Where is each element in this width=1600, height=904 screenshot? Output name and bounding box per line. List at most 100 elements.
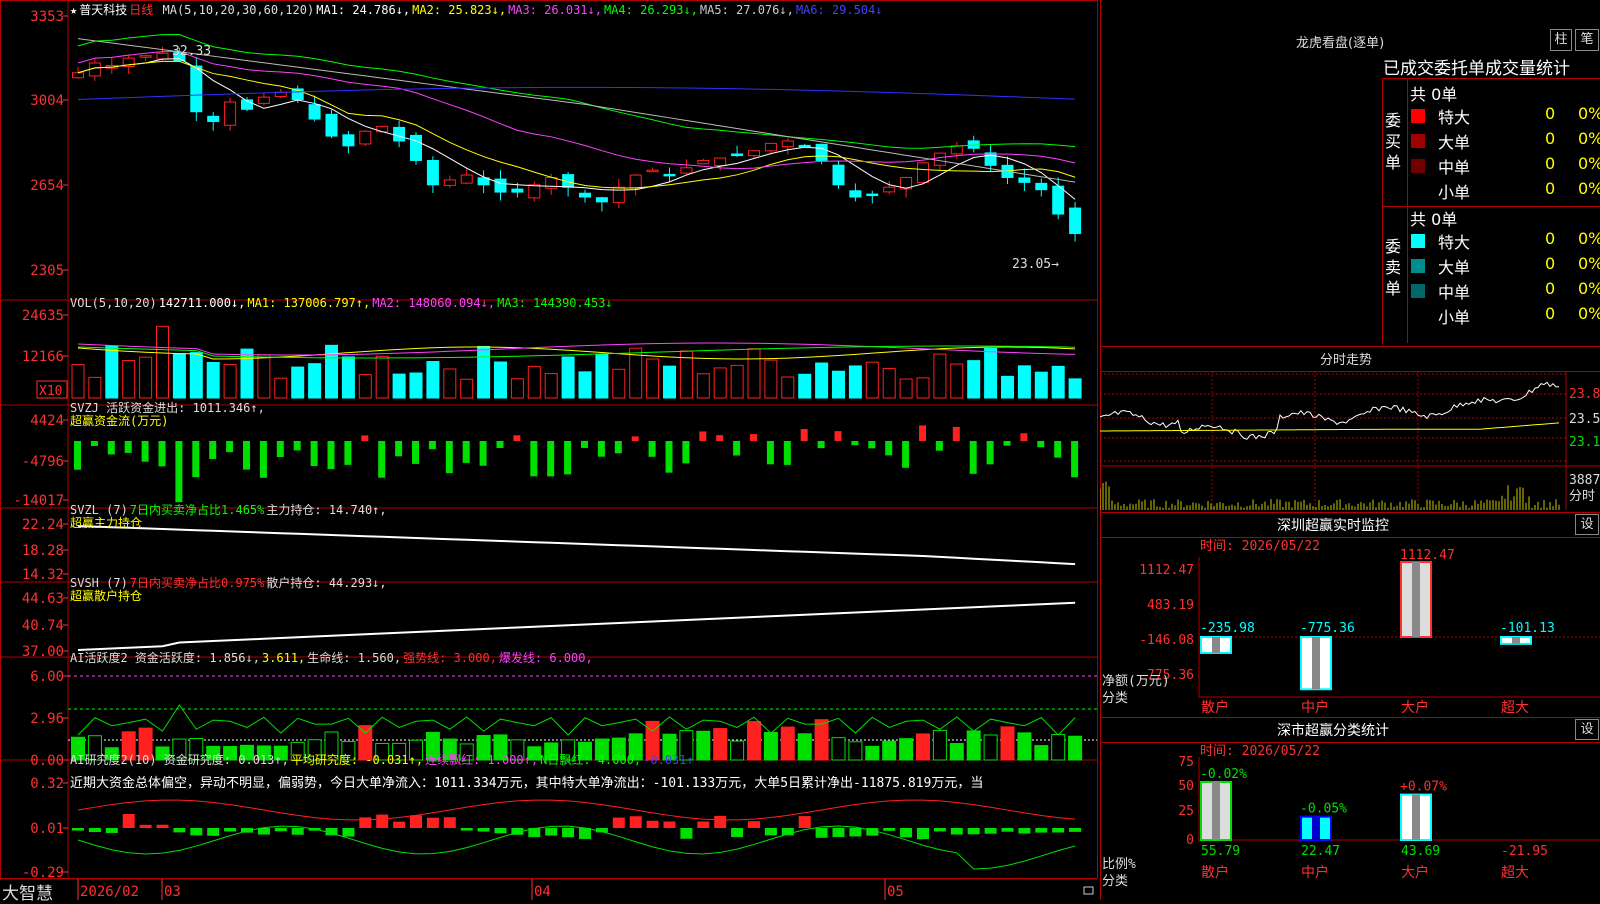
candle-body (1035, 182, 1048, 191)
svzj-bar (479, 441, 487, 466)
aiact-header-item: 强势线: 3.000, (403, 651, 497, 665)
svzj-bar (293, 441, 301, 451)
ai-research-bar (714, 815, 727, 828)
vol-bar (88, 376, 102, 399)
sz-monitor-category: 大户 (1401, 699, 1429, 715)
tick-mode-button[interactable]: 笔 (1575, 29, 1599, 51)
ma-header-item: MA1: 24.786↓, (316, 3, 411, 17)
sz-class-axis-label: 25 (1178, 804, 1194, 819)
stock-name[interactable]: 普天科技 (79, 3, 127, 17)
sz-monitor-bar-shade (1412, 562, 1420, 637)
sz-class-value-label: 22.47 (1301, 844, 1340, 859)
ai-research-bar (443, 817, 456, 828)
sz-monitor-settings-button[interactable]: 设 (1575, 514, 1599, 535)
candle-body (646, 169, 659, 173)
order-pct: 0% (1578, 254, 1600, 273)
candle-body (410, 134, 422, 161)
period-label[interactable]: 日线 (129, 3, 153, 17)
sz-class-category: 大户 (1401, 864, 1429, 881)
lhb-col-divider (1407, 78, 1408, 343)
sz-monitor-bar-shade (1312, 637, 1320, 690)
ai-research-bar (950, 828, 963, 835)
vol-bar (510, 378, 524, 399)
vol-bar (494, 361, 507, 399)
candle-body (815, 143, 828, 161)
sz-class-settings-button[interactable]: 设 (1575, 719, 1599, 740)
ai-active-legend: AI活跃度2 资金活跃度: 1.856↓, 3.611, 生命线: 1.560, 强势… (70, 649, 595, 666)
date-label: 03 (164, 884, 181, 900)
svzj-bar (259, 441, 267, 478)
ai-research-bar (748, 821, 760, 828)
sz-monitor-category: 超大 (1501, 700, 1529, 715)
sz-class-chart[interactable]: 时间: 2026/05/22 75 50 25 0 比例% 分类 -0.02% 55.79 散户 -… (1100, 742, 1600, 900)
sz-class-axis-label: 75 (1178, 755, 1194, 770)
svzj-bar (1037, 441, 1045, 448)
order-color-swatch (1411, 134, 1425, 148)
ai-research-legend: AI研究度2(10) 资金研究度: 0.013↑, 平均研究度: -0.031↑,… (70, 751, 696, 768)
svzj-bar (851, 441, 859, 446)
sz-class-time: 时间: 2026/05/22 (1200, 744, 1320, 759)
ai-active-bar (797, 733, 812, 761)
ai-active-bar (1034, 745, 1049, 761)
intraday-title: 分时走势 (1320, 353, 1373, 368)
ai-research-bar (832, 828, 845, 837)
candle-body (72, 72, 84, 79)
candle-body (579, 192, 591, 198)
vol-bar (392, 373, 406, 399)
candle-body (359, 130, 372, 145)
svzl-header-item: 7日内买卖净占比1.465% (129, 503, 265, 517)
vol-bar (848, 365, 862, 399)
ai-research-bar (1018, 828, 1031, 834)
order-color-swatch (1411, 109, 1425, 123)
intraday-chart[interactable]: 23.89 23.50 23.11 3887分时 (1100, 371, 1600, 510)
candle-body (714, 157, 727, 167)
sz-class-category: 超大 (1501, 865, 1529, 881)
ma-header-item: MA(5,10,20,30,60,120) (162, 3, 315, 17)
ma-header-item: MA4: 26.293↓, (603, 3, 698, 17)
candle-body (764, 142, 777, 152)
ma-header-item: MA2: 25.823↓, (412, 3, 507, 17)
vol-bar (781, 376, 795, 399)
ai-research-bar (190, 828, 203, 836)
sz-monitor-chart[interactable]: 时间: 2026/05/22 1112.47 483.19 -146.08 -775.3… (1100, 537, 1600, 715)
order-count: 0 (1545, 154, 1556, 173)
vol-bar (375, 355, 389, 399)
svzl-axis-label: 18.28 (22, 543, 64, 559)
order-pct: 0% (1578, 229, 1600, 248)
svzl-axis-label: 22.24 (22, 517, 64, 533)
order-name: 中单 (1438, 158, 1471, 177)
order-count: 0 (1545, 254, 1556, 273)
candle-body (494, 178, 507, 193)
vol-bar (223, 363, 237, 399)
order-color-swatch (1411, 184, 1425, 198)
vol-bar (544, 373, 558, 399)
ai-research-red-line (77, 799, 1076, 821)
ai-research-bar (697, 821, 710, 828)
vol-bar (105, 345, 119, 399)
candle-body (1052, 185, 1065, 215)
candle-body (426, 159, 439, 186)
ai-active-axis-label: 6.00 (30, 669, 64, 685)
svzj-bar (682, 441, 690, 464)
bar-mode-button[interactable]: 柱 (1550, 29, 1572, 51)
candle-body (257, 96, 270, 104)
ai-active-bar (696, 730, 711, 761)
candle-body (511, 188, 524, 193)
sz-monitor-category: 中户 (1301, 699, 1329, 715)
vol-bar (71, 364, 85, 399)
ai-research-bar (680, 828, 693, 839)
ai-active-axis-label: 0.00 (30, 753, 64, 769)
sz-class-axis-label: 50 (1178, 779, 1194, 794)
order-name: 中单 (1438, 283, 1471, 302)
ai-active-bar (713, 728, 728, 761)
ai-research-bar (967, 828, 980, 835)
svzj-bar (834, 431, 842, 441)
sz-monitor-bar-shade (1212, 637, 1220, 653)
svzj-bar (107, 441, 115, 455)
vol-bar (561, 356, 575, 399)
candle-body (798, 144, 811, 148)
candle-body (595, 197, 608, 203)
svzj-subtitle: 超赢资金流(万元) (70, 414, 169, 428)
ai-research-bar (291, 828, 304, 835)
vol-header-item: VOL(5,10,20) (70, 296, 157, 310)
